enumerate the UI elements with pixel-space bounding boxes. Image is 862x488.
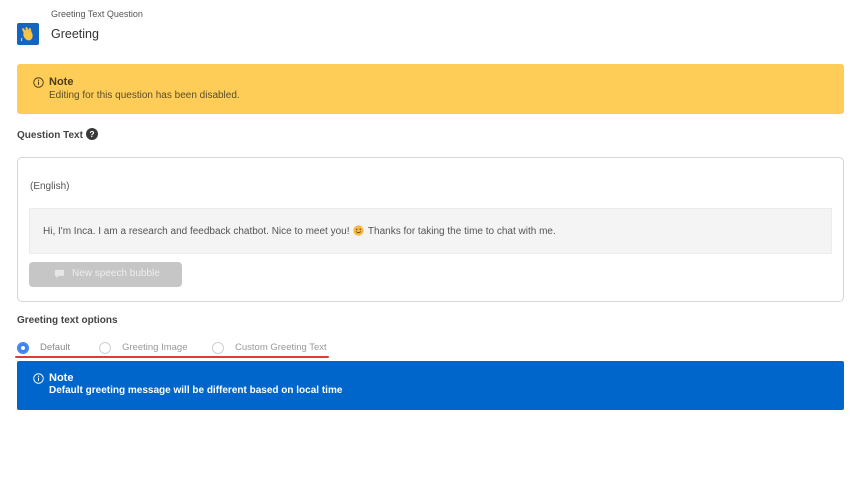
greeting-options-radio-group: Default Greeting Image Custom Greeting T… (17, 341, 337, 357)
radio-greeting-image[interactable]: Greeting Image (99, 341, 199, 355)
radio-label-default: Default (40, 342, 71, 353)
speech-bubble-icon (54, 269, 65, 279)
note-text: Default greeting message will be differe… (49, 385, 343, 396)
bubble-text-part-1: Hi, I'm Inca. I am a research and feedba… (43, 226, 350, 237)
radio-custom-greeting-text[interactable]: Custom Greeting Text (212, 341, 337, 355)
language-label: (English) (30, 181, 70, 192)
question-text-card: (English) Hi, I'm Inca. I am a research … (17, 157, 844, 302)
radio-default[interactable]: Default (17, 341, 77, 355)
question-title: Greeting (51, 27, 99, 41)
question-type-label: Greeting Text Question (51, 9, 143, 19)
note-text: Editing for this question has been disab… (49, 90, 240, 101)
radio-button-selected[interactable] (17, 342, 29, 354)
waving-hand-icon (17, 23, 39, 45)
question-header: Greeting Text Question Greeting (17, 6, 417, 50)
note-title: Note (49, 372, 74, 384)
note-title: Note (49, 76, 74, 88)
radio-button[interactable] (99, 342, 111, 354)
greeting-options-label: Greeting text options (17, 315, 118, 326)
info-circle-icon (33, 77, 44, 88)
smiling-face-emoji-icon (353, 225, 364, 236)
info-circle-icon (33, 373, 44, 384)
greeting-info-note: Note Default greeting message will be di… (17, 361, 844, 410)
new-speech-bubble-button[interactable]: New speech bubble (29, 262, 182, 287)
speech-bubble[interactable]: Hi, I'm Inca. I am a research and feedba… (29, 208, 832, 254)
radio-button[interactable] (212, 342, 224, 354)
editing-disabled-note: Note Editing for this question has been … (17, 64, 844, 114)
new-speech-bubble-label: New speech bubble (72, 268, 160, 279)
speech-bubble-text: Hi, I'm Inca. I am a research and feedba… (43, 225, 556, 237)
radio-label-greeting-image: Greeting Image (122, 342, 188, 353)
question-text-label: Question Text (17, 130, 83, 141)
bubble-text-part-2: Thanks for taking the time to chat with … (367, 226, 556, 237)
red-annotation-underline (15, 356, 329, 358)
radio-label-custom-greeting-text: Custom Greeting Text (235, 342, 327, 353)
svg-text:?: ? (89, 129, 94, 139)
question-mark-icon[interactable]: ? (86, 128, 98, 140)
